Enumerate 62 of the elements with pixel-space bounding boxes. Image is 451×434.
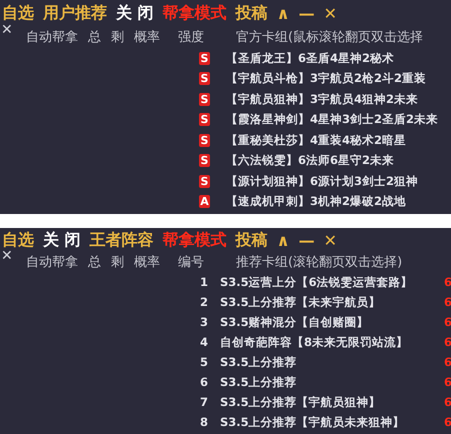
menu-item[interactable]: 自选 [2,2,34,24]
grade-badge: S [199,72,210,86]
lineup-item[interactable]: S3.5上分推荐【未来宇航员】 [220,294,381,310]
row-number: 3 [198,315,209,329]
column-header: 编号 [178,254,204,271]
close-icon[interactable]: ✕ [1,22,13,38]
menu-item[interactable]: ∧ [276,4,290,22]
lineup-item[interactable]: 【重秘美杜莎】4重装4秘术2暗星 [226,132,406,148]
row-number: 7 [198,395,209,409]
lineup-item[interactable]: 【速成机甲刺】3机神2爆破2战地 [226,194,406,210]
column-header: 推荐卡组(滚轮翻页双击选择) [236,254,402,271]
lineup-item[interactable]: S3.5上分推荐【宇航员未来狙神】 [220,414,405,430]
column-header: 官方卡组(鼠标滚轮翻页双击选择 [236,29,424,46]
column-header: 强度 [178,29,204,46]
menu-item[interactable]: 帮拿模式 [162,2,227,24]
row-number: 5 [198,355,209,369]
lineup-item[interactable]: 自创奇葩阵容【8未来无限罚站流】 [220,334,408,350]
grade-badge: S [199,52,210,65]
menu-item[interactable]: ∧ [276,230,290,250]
grade-badge: S [199,113,210,126]
menu-item[interactable]: 帮拿模式 [162,230,227,250]
lineup-item[interactable]: 【宇航员狙神】3宇航员4狙神2未来 [226,92,418,107]
menu-item[interactable]: 投稿 [236,2,268,24]
lineup-item[interactable]: S3.5上分推荐 [220,374,297,390]
grade-badge: S [199,174,210,188]
lineup-item[interactable]: S3.5赌神混分【自创赌圈】 [220,314,369,330]
menu-item[interactable]: — [298,4,315,22]
menu-item[interactable]: 用户推荐 [43,2,107,24]
row-number: 4 [198,335,209,349]
grade-badge: S [199,92,210,106]
lineup-item[interactable]: S3.5上分推荐【宇航员狙神】 [220,394,381,410]
lineup-item[interactable]: S3.5运营上分【6法锐雯运营套路】 [220,274,413,290]
lineup-item[interactable]: 【圣盾龙王】6圣盾4星神2秘术 [226,50,394,66]
column-header: 概率 [134,29,160,46]
grade-badge: S [199,154,210,168]
menu-item[interactable]: 王者阵容 [90,230,154,250]
column-header: 概率 [134,254,160,271]
row-number: 8 [198,415,209,429]
row-number: 2 [198,295,209,309]
lineup-item[interactable]: 【源计划狙神】6源计划3剑士2狙神 [226,174,418,189]
menu-item[interactable]: ✕ [324,4,337,22]
menu-item[interactable]: 投稿 [236,230,268,250]
menu-item[interactable]: 关 闭 [43,230,81,250]
lineup-item[interactable]: 【六法锐雯】6法师6星守2未来 [226,153,394,168]
row-number: 1 [198,275,209,289]
lineup-item[interactable]: 【宇航员斗枪】3宇航员2枪2斗2重装 [226,71,426,86]
column-header: 总 [88,254,101,271]
column-header: 总 [88,29,101,46]
lineup-item[interactable]: 【霞洛星神剑】4星神3剑士2圣盾2未来 [226,112,438,128]
column-header: 自动帮拿 [26,29,78,46]
menu-item[interactable]: 自选 [2,230,34,250]
menu-item[interactable]: 关 闭 [116,2,154,24]
column-header: 自动帮拿 [26,254,78,271]
grade-badge: A [199,195,210,208]
grade-badge: S [199,134,210,147]
close-icon[interactable]: ✕ [1,248,13,264]
menu-item[interactable]: — [298,230,315,250]
lineup-item[interactable]: S3.5上分推荐 [220,354,297,370]
row-number: 6 [198,375,209,389]
column-header: 剩 [111,29,124,46]
menu-item[interactable]: ✕ [324,230,337,250]
column-header: 剩 [111,254,124,271]
